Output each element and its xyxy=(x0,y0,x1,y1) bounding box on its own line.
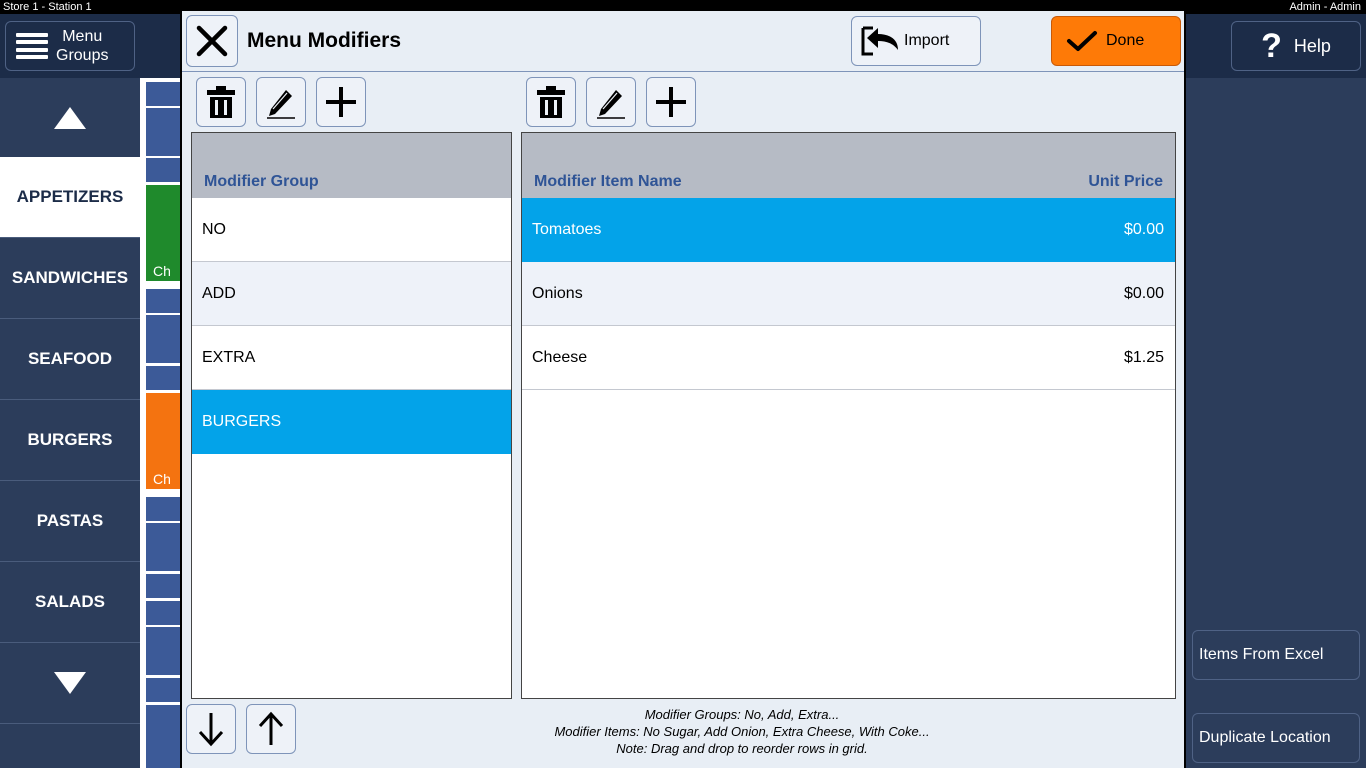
import-button[interactable]: Import xyxy=(851,16,981,66)
dialog-header: Menu Modifiers Import Done xyxy=(182,11,1184,72)
item-tiles-column: Ch Ch xyxy=(140,78,180,768)
table-row[interactable]: NO xyxy=(192,198,511,262)
item-tile[interactable] xyxy=(146,315,180,363)
category-sidebar: APPETIZERS SANDWICHES SEAFOOD BURGERS PA… xyxy=(0,78,140,768)
item-tile[interactable] xyxy=(146,366,180,390)
trash-icon xyxy=(207,86,235,118)
hamburger-icon xyxy=(16,33,48,59)
arrow-down-icon xyxy=(198,713,224,747)
menu-groups-label: Menu Groups xyxy=(56,28,109,64)
item-tile[interactable] xyxy=(146,82,180,106)
import-label: Import xyxy=(904,32,950,49)
close-icon xyxy=(196,25,228,57)
user-label: Admin - Admin xyxy=(1289,1,1361,13)
category-salads[interactable]: SALADS xyxy=(0,562,140,643)
item-tile[interactable]: Ch xyxy=(146,393,180,489)
help-notes: Modifier Groups: No, Add, Extra... Modif… xyxy=(442,706,1042,757)
note-items: Modifier Items: No Sugar, Add Onion, Ext… xyxy=(554,724,930,739)
menu-modifiers-dialog: Menu Modifiers Import Done Modifier Grou… xyxy=(180,9,1186,768)
move-down-button[interactable] xyxy=(186,704,236,754)
table-row[interactable]: Tomatoes $0.00 xyxy=(522,198,1175,262)
column-header-modifier-group[interactable]: Modifier Group xyxy=(204,173,319,191)
close-button[interactable] xyxy=(186,15,238,67)
question-icon: ? xyxy=(1261,26,1282,65)
add-item-button[interactable] xyxy=(646,77,696,127)
modifier-group-grid: Modifier Group NO ADD EXTRA BURGERS xyxy=(191,132,512,699)
grid-header: Modifier Item Name Unit Price xyxy=(522,133,1175,198)
table-row[interactable]: ADD xyxy=(192,262,511,326)
scroll-up-button[interactable] xyxy=(0,78,140,159)
item-tile[interactable] xyxy=(146,601,180,625)
pencil-icon xyxy=(597,90,625,119)
trash-icon xyxy=(537,86,565,118)
plus-icon xyxy=(656,87,686,117)
dialog-title: Menu Modifiers xyxy=(247,29,402,52)
checkmark-icon xyxy=(1067,31,1097,51)
category-burgers[interactable]: BURGERS xyxy=(0,400,140,481)
triangle-up-icon xyxy=(54,107,86,129)
note-groups: Modifier Groups: No, Add, Extra... xyxy=(644,707,840,722)
item-tile[interactable] xyxy=(146,497,180,521)
item-tile[interactable] xyxy=(146,574,180,598)
import-icon xyxy=(861,26,898,56)
item-tile[interactable] xyxy=(146,678,180,702)
category-appetizers[interactable]: APPETIZERS xyxy=(0,157,140,238)
items-from-excel-button[interactable]: Items From Excel xyxy=(1192,630,1360,680)
item-tile[interactable] xyxy=(146,705,180,768)
item-tile[interactable]: Ch xyxy=(146,185,180,281)
help-label: Help xyxy=(1293,35,1331,56)
item-tile[interactable] xyxy=(146,523,180,571)
column-header-item-name[interactable]: Modifier Item Name xyxy=(534,173,682,191)
arrow-up-icon xyxy=(258,711,284,745)
item-tile[interactable] xyxy=(146,627,180,675)
item-tile[interactable] xyxy=(146,289,180,313)
table-row[interactable]: BURGERS xyxy=(192,390,511,454)
table-row[interactable]: Onions $0.00 xyxy=(522,262,1175,326)
modifier-item-grid: Modifier Item Name Unit Price Tomatoes $… xyxy=(521,132,1176,699)
move-up-button[interactable] xyxy=(246,704,296,754)
done-button[interactable]: Done xyxy=(1051,16,1181,66)
add-group-button[interactable] xyxy=(316,77,366,127)
category-pastas[interactable]: PASTAS xyxy=(0,481,140,562)
grid-header: Modifier Group xyxy=(192,133,511,198)
edit-item-button[interactable] xyxy=(586,77,636,127)
done-label: Done xyxy=(1106,32,1145,49)
category-sandwiches[interactable]: SANDWICHES xyxy=(0,238,140,319)
menu-groups-button[interactable]: Menu Groups xyxy=(5,21,135,71)
station-label: Store 1 - Station 1 xyxy=(3,1,92,13)
edit-group-button[interactable] xyxy=(256,77,306,127)
column-header-unit-price[interactable]: Unit Price xyxy=(1088,173,1163,191)
table-row[interactable]: EXTRA xyxy=(192,326,511,390)
table-row[interactable]: Cheese $1.25 xyxy=(522,326,1175,390)
item-tile[interactable] xyxy=(146,158,180,182)
pencil-icon xyxy=(267,90,295,119)
scroll-down-button[interactable] xyxy=(0,643,140,724)
item-tile[interactable] xyxy=(146,108,180,156)
delete-group-button[interactable] xyxy=(196,77,246,127)
triangle-down-icon xyxy=(54,672,86,694)
category-seafood[interactable]: SEAFOOD xyxy=(0,319,140,400)
duplicate-location-button[interactable]: Duplicate Location xyxy=(1192,713,1360,763)
plus-icon xyxy=(326,87,356,117)
help-button[interactable]: ? Help xyxy=(1231,21,1361,71)
note-reorder: Note: Drag and drop to reorder rows in g… xyxy=(616,741,868,756)
delete-item-button[interactable] xyxy=(526,77,576,127)
